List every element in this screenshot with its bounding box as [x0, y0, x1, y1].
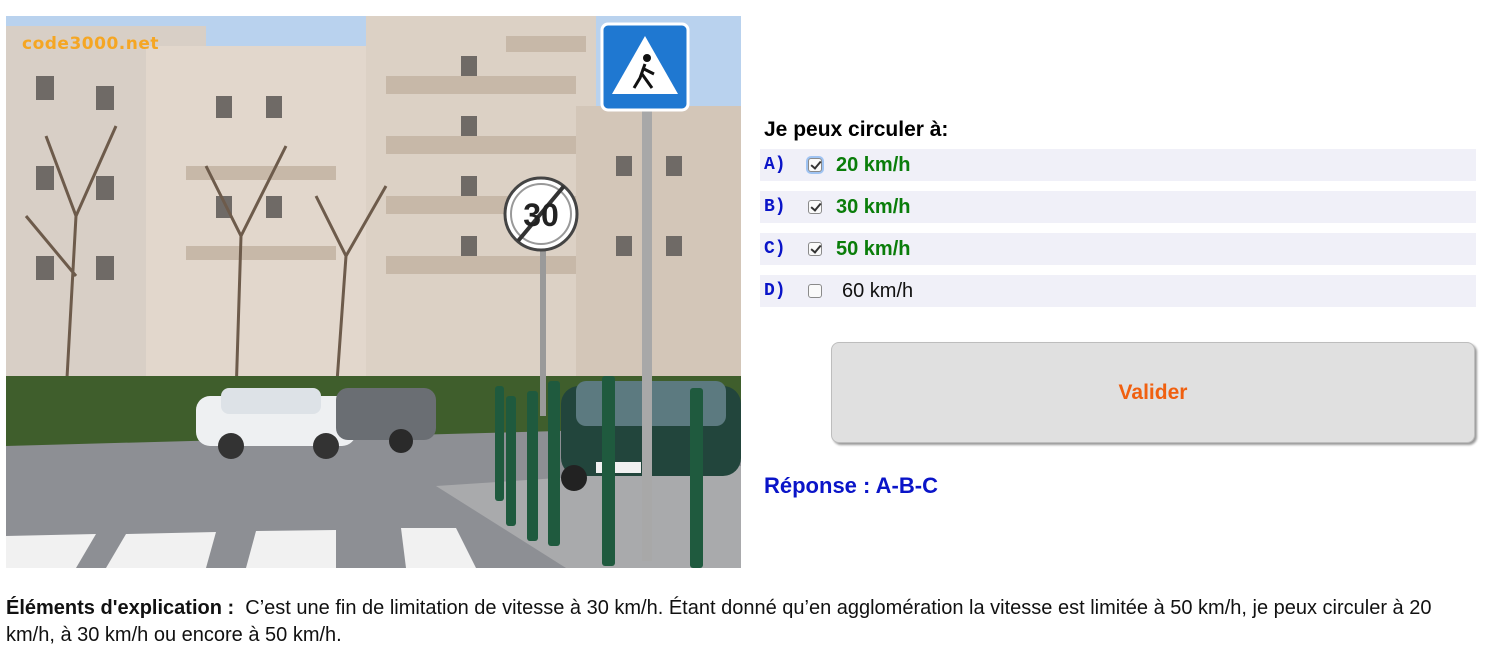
option-letter: D)	[764, 281, 786, 301]
pedestrian-crossing-sign	[600, 22, 690, 112]
answer-text: Réponse : A-B-C	[764, 473, 938, 498]
question-prompt: Je peux circuler à:	[764, 118, 949, 141]
question-photo: 30 code3000.net	[6, 16, 741, 568]
explanation-heading: Éléments d'explication :	[6, 597, 235, 619]
option-label: 60 km/h	[842, 279, 914, 302]
option-letter: C)	[764, 239, 786, 259]
option-label: 50 km/h	[836, 237, 911, 260]
svg-text:30: 30	[523, 197, 559, 233]
option-letter: B)	[764, 197, 786, 217]
watermark-logo: code3000.net	[22, 34, 159, 54]
option-letter: A)	[764, 155, 786, 175]
option-label: 20 km/h	[836, 153, 911, 176]
option-d[interactable]: D) 60 km/h	[760, 275, 1476, 307]
option-a-checkbox[interactable]	[808, 158, 822, 172]
validate-button[interactable]: Valider	[831, 342, 1475, 443]
explanation: Éléments d'explication : C’est une fin d…	[6, 595, 1476, 649]
option-label: 30 km/h	[836, 195, 911, 218]
option-a[interactable]: A) 20 km/h	[760, 149, 1476, 181]
option-c[interactable]: C) 50 km/h	[760, 233, 1476, 265]
option-b-checkbox[interactable]	[808, 200, 822, 214]
option-d-checkbox[interactable]	[808, 284, 822, 298]
street-scene-image: 30	[6, 16, 741, 568]
option-b[interactable]: B) 30 km/h	[760, 191, 1476, 223]
end-speed-limit-sign: 30	[503, 176, 579, 252]
option-c-checkbox[interactable]	[808, 242, 822, 256]
